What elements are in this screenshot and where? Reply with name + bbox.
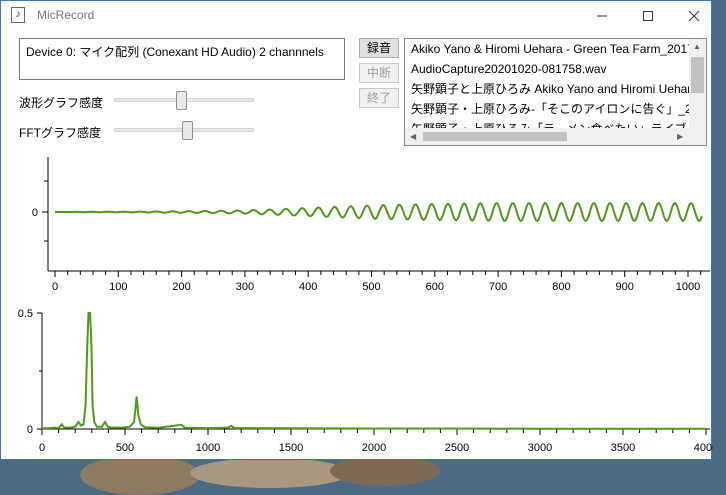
x-tick-label: 300 xyxy=(236,281,254,293)
x-tick-label: 500 xyxy=(116,442,134,454)
x-tick-label: 600 xyxy=(426,281,444,293)
device-info-box: Device 0: マイク配列 (Conexant HD Audio) 2 ch… xyxy=(19,38,345,80)
y-tick-label: 0 xyxy=(27,424,33,436)
x-tick-label: 3000 xyxy=(528,442,552,454)
x-tick-label: 4000 xyxy=(694,442,713,454)
vertical-scroll-thumb[interactable] xyxy=(691,57,704,93)
x-tick-label: 400 xyxy=(299,281,317,293)
waveform-series xyxy=(55,201,703,223)
x-tick-label: 2500 xyxy=(445,442,469,454)
wave-sensitivity-thumb[interactable] xyxy=(175,91,187,110)
list-item[interactable]: 矢野顕子と上原ひろみ Akiko Yano and Hiromi Uehara xyxy=(405,79,706,99)
fft-sensitivity-label: FFTグラフ感度 xyxy=(19,126,101,140)
y-tick-label: 0.5 xyxy=(18,308,33,320)
x-tick-label: 1500 xyxy=(279,442,303,454)
vertical-scrollbar[interactable]: ▲ xyxy=(689,39,706,128)
close-icon xyxy=(688,10,700,22)
scrollbar-corner xyxy=(689,128,706,145)
list-item[interactable]: 矢野顕子・上原ひろみ-「そこのアイロンに告ぐ」_2009.wav xyxy=(405,99,706,119)
fft-chart: 0 0.5 0 500 1000 1500 2000 2500 3000 3500 4000 xyxy=(18,308,713,454)
waveform-chart: 0 0 100 200 300 400 500 600 700 800 900 1000 xyxy=(32,157,710,293)
scroll-left-icon[interactable]: ◀ xyxy=(410,132,416,141)
scroll-right-icon[interactable]: ▶ xyxy=(677,132,683,141)
list-item[interactable]: AudioCapture20201020-081758.wav xyxy=(405,59,706,79)
record-button[interactable]: 録音 xyxy=(359,38,399,58)
music-note-icon: ♪ xyxy=(11,7,25,23)
minimize-button[interactable] xyxy=(579,1,625,31)
minimize-icon xyxy=(597,15,607,17)
x-tick-label: 700 xyxy=(489,281,507,293)
maximize-icon xyxy=(643,11,653,21)
x-tick-label: 1000 xyxy=(196,442,220,454)
window-title: MicRecord xyxy=(37,8,95,22)
list-item[interactable]: Akiko Yano & Hiromi Uehara - Green Tea F… xyxy=(405,39,706,59)
maximize-button[interactable] xyxy=(625,1,671,31)
x-tick-label: 3500 xyxy=(611,442,635,454)
title-bar[interactable]: ♪ MicRecord xyxy=(1,1,711,31)
y-tick-label: 0 xyxy=(32,207,38,219)
x-tick-label: 0 xyxy=(52,281,58,293)
close-button[interactable] xyxy=(671,1,717,31)
stop-button[interactable]: 終了 xyxy=(359,88,399,108)
fft-series xyxy=(41,312,706,430)
x-tick-label: 0 xyxy=(39,442,45,454)
horizontal-scrollbar[interactable]: ◀ ▶ xyxy=(405,128,689,145)
x-tick-label: 1000 xyxy=(676,281,700,293)
x-tick-label: 200 xyxy=(172,281,190,293)
fft-sensitivity-thumb[interactable] xyxy=(182,121,194,140)
main-window: ♪ MicRecord Device 0: マイク配列 (Conexant HD… xyxy=(0,0,713,460)
x-tick-label: 800 xyxy=(552,281,570,293)
scroll-up-icon[interactable]: ▲ xyxy=(693,42,701,51)
x-tick-label: 500 xyxy=(362,281,380,293)
file-list[interactable]: Akiko Yano & Hiromi Uehara - Green Tea F… xyxy=(404,38,707,146)
x-tick-label: 2000 xyxy=(362,442,386,454)
x-tick-label: 100 xyxy=(109,281,127,293)
horizontal-scroll-thumb[interactable] xyxy=(423,132,567,141)
pause-button[interactable]: 中断 xyxy=(359,63,399,83)
wave-sensitivity-label: 波形グラフ感度 xyxy=(19,96,104,110)
x-tick-label: 900 xyxy=(616,281,634,293)
